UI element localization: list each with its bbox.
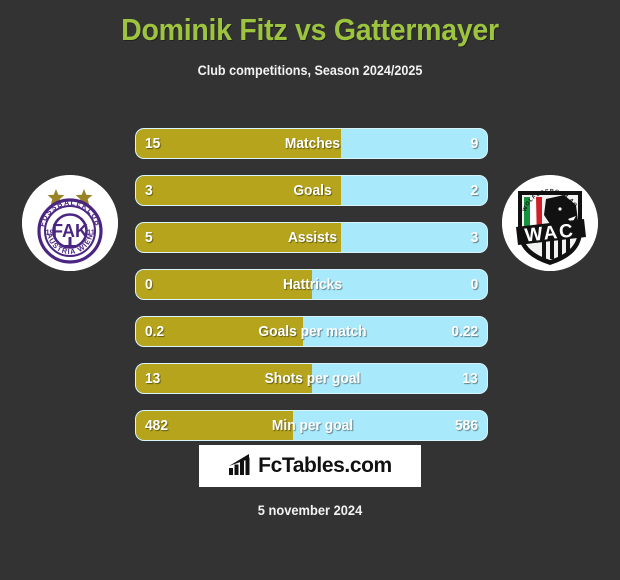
page-title: Dominik Fitz vs Gattermayer	[121, 12, 499, 47]
svg-text:11: 11	[87, 228, 95, 237]
bar-chart-icon	[228, 453, 254, 480]
stat-value-right: 586	[454, 417, 478, 434]
fctables-brand-text: FcTables.com	[258, 454, 392, 477]
page-subtitle: Club competitions, Season 2024/2025	[197, 62, 423, 78]
stat-value-right: 3	[470, 229, 478, 246]
stat-label: Goals per match	[258, 323, 367, 340]
stat-value-right: 2	[470, 182, 478, 199]
stat-label: Min per goal	[271, 417, 354, 434]
stat-value-right: 13	[462, 370, 478, 387]
stat-label: Matches	[284, 135, 341, 152]
stat-row: 15 Matches 9	[135, 128, 488, 159]
stat-row: 3 Goals 2	[135, 175, 488, 206]
stat-label: Goals	[293, 182, 332, 199]
stat-label: Hattricks	[282, 276, 343, 293]
stat-label: Assists	[287, 229, 338, 246]
stat-row: 13 Shots per goal 13	[135, 363, 488, 394]
team-logo-right: WAC WOLFSBERGER AC	[502, 175, 598, 271]
stats-comparison-list: 15 Matches 9 3 Goals 2 5 Assists 3 0 Hat…	[135, 128, 488, 457]
fctables-logo[interactable]: FcTables.com	[199, 445, 421, 487]
stat-row: 0 Hattricks 0	[135, 269, 488, 300]
team-logo-left: FUSSBALLKLUB AUSTRIA WIEN 19 11 FAK	[22, 175, 118, 271]
stat-row: 482 Min per goal 586	[135, 410, 488, 441]
stat-value-right: 0.22	[451, 323, 478, 340]
stat-row: 0.2 Goals per match 0.22	[135, 316, 488, 347]
stat-value-right: 9	[470, 135, 478, 152]
stat-value-right: 0	[470, 276, 478, 293]
chart-date: 5 november 2024	[257, 502, 363, 518]
stat-label: Shots per goal	[264, 370, 361, 387]
stat-row: 5 Assists 3	[135, 222, 488, 253]
